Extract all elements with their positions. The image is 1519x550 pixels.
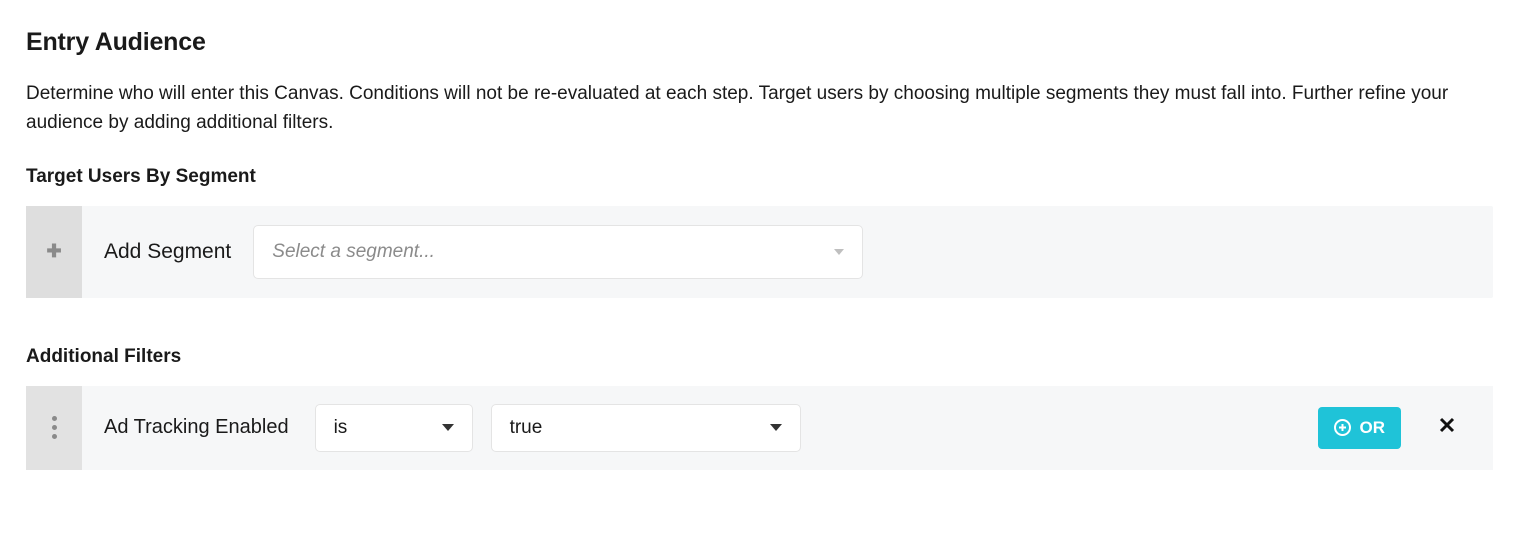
- segments-section-label: Target Users By Segment: [26, 166, 1493, 188]
- chevron-down-icon: [834, 249, 844, 255]
- filter-value-text: true: [510, 417, 543, 439]
- chevron-down-icon: [770, 424, 782, 431]
- segment-select-placeholder: Select a segment...: [272, 241, 435, 263]
- filter-attribute-label: Ad Tracking Enabled: [104, 416, 289, 439]
- add-segment-handle[interactable]: ✚: [26, 206, 82, 298]
- filter-value-select[interactable]: true: [491, 404, 801, 452]
- chevron-down-icon: [442, 424, 454, 431]
- filter-operator-select[interactable]: is: [315, 404, 473, 452]
- add-segment-label: Add Segment: [104, 240, 231, 264]
- filter-row: Ad Tracking Enabled is true OR: [26, 386, 1493, 470]
- drag-dots-icon: [52, 416, 57, 439]
- add-segment-body: Add Segment Select a segment...: [82, 206, 1493, 298]
- close-icon: [1439, 417, 1455, 433]
- segment-select[interactable]: Select a segment...: [253, 225, 863, 279]
- plus-circle-icon: [1334, 419, 1352, 437]
- filter-drag-handle[interactable]: [26, 386, 82, 470]
- page-title: Entry Audience: [26, 28, 1493, 57]
- filters-section-label: Additional Filters: [26, 346, 1493, 368]
- or-button[interactable]: OR: [1318, 407, 1402, 449]
- add-segment-row: ✚ Add Segment Select a segment...: [26, 206, 1493, 298]
- page-description: Determine who will enter this Canvas. Co…: [26, 79, 1486, 138]
- or-button-label: OR: [1360, 418, 1386, 438]
- filter-operator-value: is: [334, 417, 348, 439]
- plus-icon: ✚: [46, 241, 61, 262]
- remove-filter-button[interactable]: [1429, 408, 1465, 447]
- filter-body: Ad Tracking Enabled is true OR: [82, 386, 1493, 470]
